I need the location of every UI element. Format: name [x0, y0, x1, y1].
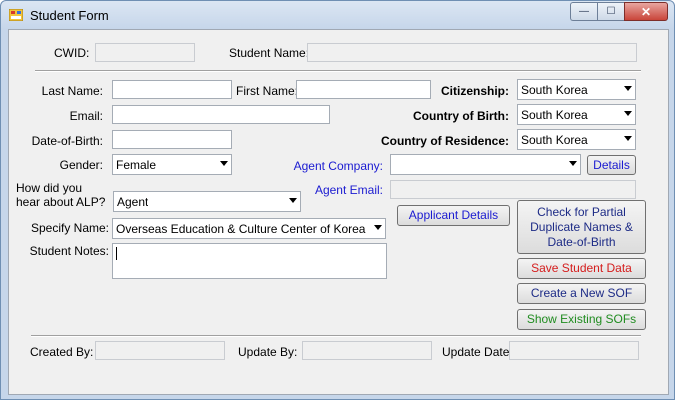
student-name-field[interactable] [307, 43, 637, 62]
dob-label: Date-of-Birth: [31, 134, 103, 148]
first-name-label: First Name: [236, 84, 299, 98]
specify-name-select[interactable]: Overseas Education & Culture Center of K… [112, 218, 386, 239]
update-date-label: Update Date: [442, 345, 513, 359]
country-residence-label: Country of Residence: [380, 134, 509, 148]
agent-email-label: Agent Email: [314, 183, 383, 197]
student-notes-textarea[interactable] [112, 243, 387, 279]
update-by-field[interactable] [302, 341, 432, 360]
minimize-icon: — [579, 6, 589, 17]
hear-about-label: How did you hear about ALP? [16, 181, 106, 209]
gender-value: Female [116, 158, 157, 172]
maximize-button[interactable]: ☐ [597, 2, 624, 21]
window-title: Student Form [30, 8, 109, 23]
gender-label: Gender: [59, 158, 103, 172]
created-by-field[interactable] [95, 341, 225, 360]
dob-input[interactable] [112, 130, 232, 149]
check-duplicates-button[interactable]: Check for Partial Duplicate Names & Date… [517, 200, 646, 254]
chevron-down-icon [220, 161, 228, 166]
bottom-divider [31, 335, 641, 337]
student-name-label: Student Name: [229, 46, 310, 60]
chevron-down-icon [569, 161, 577, 166]
cwid-field[interactable] [95, 43, 195, 62]
country-birth-label: Country of Birth: [413, 109, 509, 123]
student-notes-label: Student Notes: [29, 244, 109, 258]
app-icon [9, 9, 23, 21]
chevron-down-icon [624, 136, 632, 141]
save-student-data-button[interactable]: Save Student Data [517, 258, 646, 279]
top-divider [35, 70, 641, 72]
specify-name-label: Specify Name: [30, 221, 109, 235]
specify-name-value: Overseas Education & Culture Center of K… [116, 222, 366, 236]
title-bar[interactable]: Student Form — ☐ ✕ [1, 1, 674, 29]
details-button[interactable]: Details [587, 155, 636, 175]
update-by-label: Update By: [238, 345, 298, 359]
agent-company-label: Agent Company: [293, 159, 383, 173]
caption-buttons: — ☐ ✕ [570, 2, 668, 21]
text-caret [116, 247, 117, 260]
close-button[interactable]: ✕ [624, 2, 668, 21]
last-name-input[interactable] [112, 80, 232, 99]
create-new-sof-button[interactable]: Create a New SOF [517, 283, 646, 304]
created-by-label: Created By: [30, 345, 94, 359]
country-birth-select[interactable]: South Korea [517, 104, 636, 125]
country-birth-value: South Korea [521, 108, 588, 122]
update-date-field[interactable] [509, 341, 639, 360]
maximize-icon: ☐ [606, 6, 616, 17]
applicant-details-button[interactable]: Applicant Details [397, 205, 510, 226]
chevron-down-icon [624, 111, 632, 116]
form-client-area: CWID: Student Name: Last Name: First Nam… [8, 29, 669, 395]
close-icon: ✕ [640, 4, 652, 19]
citizenship-value: South Korea [521, 83, 588, 97]
citizenship-select[interactable]: South Korea [517, 79, 636, 100]
hear-about-value: Agent [117, 195, 149, 209]
student-form-window: Student Form — ☐ ✕ CWID: Student Name: L… [0, 0, 675, 400]
chevron-down-icon [374, 225, 382, 230]
country-residence-select[interactable]: South Korea [517, 129, 636, 150]
gender-select[interactable]: Female [112, 154, 232, 175]
minimize-button[interactable]: — [570, 2, 597, 21]
cwid-label: CWID: [54, 46, 90, 60]
last-name-label: Last Name: [41, 84, 103, 98]
agent-email-field[interactable] [390, 180, 636, 199]
agent-company-select[interactable] [390, 154, 581, 175]
chevron-down-icon [289, 198, 297, 203]
show-existing-sofs-button[interactable]: Show Existing SOFs [517, 309, 646, 330]
email-input[interactable] [112, 105, 330, 124]
country-residence-value: South Korea [521, 133, 588, 147]
citizenship-label: Citizenship: [441, 84, 509, 98]
email-label: Email: [69, 109, 103, 123]
chevron-down-icon [624, 86, 632, 91]
